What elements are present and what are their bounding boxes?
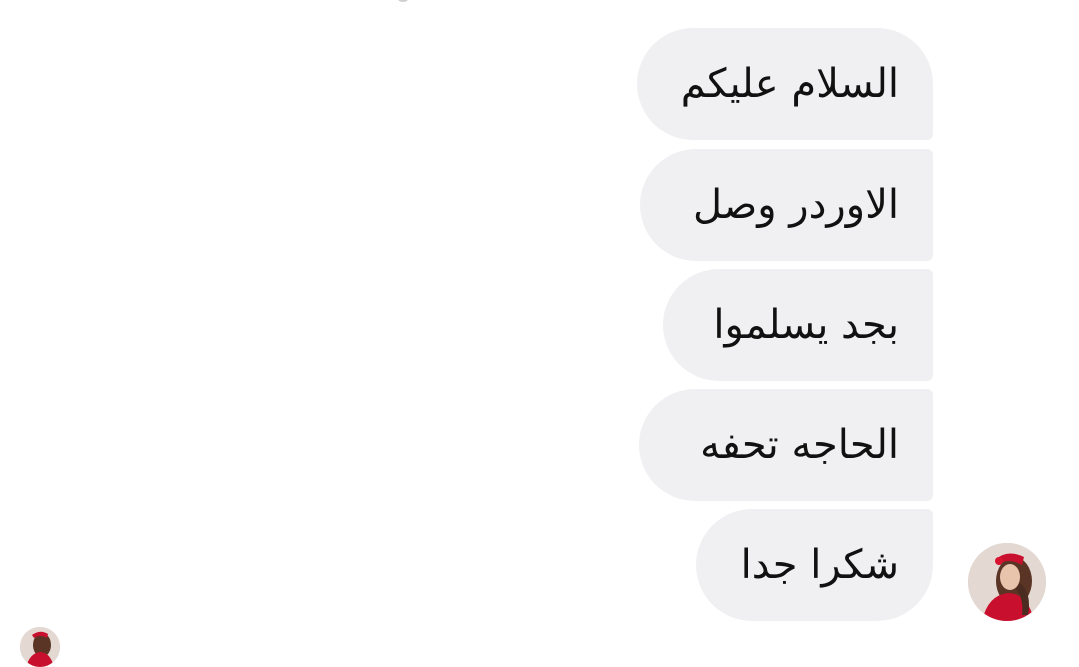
message-bubble[interactable]: السلام عليكم: [637, 28, 933, 140]
message-thread: السلام عليكم الاوردر وصل بجد يسلموا الحا…: [0, 0, 1079, 667]
message-bubble[interactable]: الحاجه تحفه: [639, 389, 933, 501]
message-bubble[interactable]: الاوردر وصل: [640, 149, 933, 261]
profile-photo-icon: [20, 627, 60, 667]
profile-photo-icon: [968, 543, 1046, 621]
message-bubble[interactable]: بجد يسلموا: [663, 269, 933, 381]
sender-avatar[interactable]: [968, 543, 1046, 621]
message-bubble[interactable]: شكرا جدا: [696, 509, 933, 621]
seen-avatar: [20, 627, 60, 667]
partial-avatar-edge: [398, 0, 408, 2]
